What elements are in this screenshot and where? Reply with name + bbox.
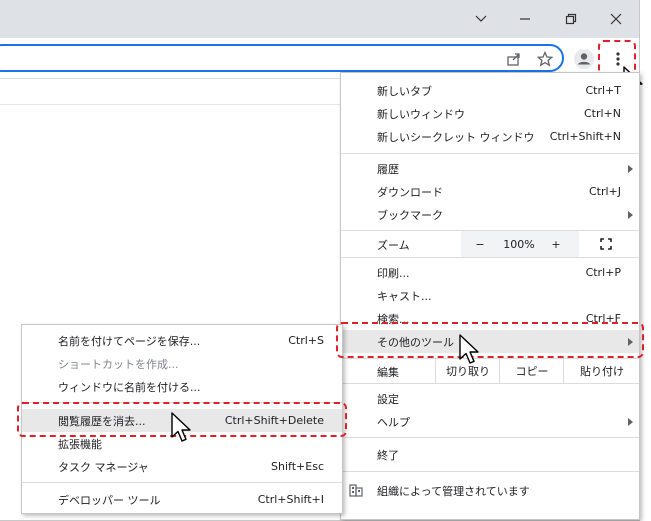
- menu-item-label: 新しいシークレット ウィンドウ: [377, 130, 535, 144]
- menu-item-new-incognito-window[interactable]: 新しいシークレット ウィンドウ Ctrl+Shift+N: [341, 125, 639, 148]
- menu-item-label: 印刷...: [377, 266, 410, 280]
- menu-item-history[interactable]: 履歴: [341, 157, 639, 180]
- close-button[interactable]: [601, 8, 631, 30]
- submenu-arrow-icon: [628, 417, 633, 426]
- zoom-row: ズーム − 100% +: [341, 231, 639, 257]
- menu-item-label: タスク マネージャ: [58, 460, 149, 474]
- copy-button[interactable]: コピー: [499, 359, 564, 383]
- submenu-item-name-window[interactable]: ウィンドウに名前を付ける...: [22, 375, 342, 398]
- menu-item-print[interactable]: 印刷... Ctrl+P: [341, 261, 639, 284]
- minimize-button[interactable]: [510, 8, 540, 30]
- menu-item-label: ウィンドウに名前を付ける...: [58, 380, 201, 394]
- mouse-cursor-icon: [459, 334, 479, 364]
- address-bar[interactable]: [0, 44, 564, 72]
- minimize-icon: [520, 18, 530, 20]
- menu-item-help[interactable]: ヘルプ: [341, 410, 639, 433]
- fullscreen-button[interactable]: [591, 231, 621, 257]
- zoom-out-button[interactable]: −: [467, 231, 493, 257]
- menu-separator: [341, 471, 639, 472]
- bookmark-star-icon: [537, 51, 553, 67]
- menu-item-label: ヘルプ: [377, 415, 410, 429]
- menu-item-shortcut: Ctrl+Shift+N: [549, 130, 621, 143]
- profile-avatar-icon: [574, 49, 594, 69]
- menu-item-shortcut: Shift+Esc: [271, 460, 324, 473]
- menu-item-label: 新しいウィンドウ: [377, 107, 465, 121]
- restore-button[interactable]: [556, 8, 586, 30]
- menu-item-cast[interactable]: キャスト...: [341, 284, 639, 307]
- menu-item-managed-by-org[interactable]: 組織によって管理されています: [341, 479, 639, 502]
- zoom-in-button[interactable]: +: [543, 231, 569, 257]
- menu-item-exit[interactable]: 終了: [341, 443, 639, 466]
- menu-item-label: キャスト...: [377, 289, 432, 303]
- menu-item-label: ダウンロード: [377, 185, 443, 199]
- submenu-item-save-page[interactable]: 名前を付けてページを保存... Ctrl+S: [22, 329, 342, 352]
- menu-item-label: 拡張機能: [58, 437, 102, 451]
- submenu-item-create-shortcut[interactable]: ショートカットを作成...: [22, 352, 342, 375]
- edit-row: 編集 切り取り コピー 貼り付け: [341, 358, 639, 384]
- chevron-down-icon: [475, 15, 487, 22]
- submenu-arrow-icon: [628, 164, 633, 173]
- menu-separator: [341, 437, 639, 438]
- title-bar: [0, 0, 639, 38]
- menu-item-new-window[interactable]: 新しいウィンドウ Ctrl+N: [341, 102, 639, 125]
- share-icon: [507, 53, 520, 66]
- menu-item-label: 履歴: [377, 162, 399, 176]
- menu-item-label: 名前を付けてページを保存...: [58, 334, 201, 348]
- menu-item-label: ショートカットを作成...: [58, 357, 179, 371]
- more-tools-highlight: [336, 322, 644, 358]
- share-button[interactable]: [502, 47, 526, 71]
- menu-item-downloads[interactable]: ダウンロード Ctrl+J: [341, 180, 639, 203]
- fullscreen-icon: [600, 238, 612, 250]
- tab-search-button[interactable]: [466, 8, 496, 30]
- menu-item-label: 設定: [377, 392, 399, 406]
- menu-item-label: 新しいタブ: [377, 84, 432, 98]
- page-divider: [0, 104, 340, 105]
- building-icon: [349, 484, 363, 497]
- menu-item-bookmarks[interactable]: ブックマーク: [341, 203, 639, 226]
- menu-item-shortcut: Ctrl+T: [585, 84, 621, 97]
- menu-item-label: デベロッパー ツール: [58, 493, 161, 507]
- submenu-arrow-icon: [628, 210, 633, 219]
- submenu-item-task-manager[interactable]: タスク マネージャ Shift+Esc: [22, 455, 342, 478]
- menu-item-shortcut: Ctrl+Shift+I: [257, 493, 324, 506]
- zoom-level: 100%: [503, 237, 535, 251]
- bookmark-button[interactable]: [533, 47, 557, 71]
- menu-item-label: 終了: [377, 448, 399, 462]
- menu-item-new-tab[interactable]: 新しいタブ Ctrl+T: [341, 79, 639, 102]
- close-icon: [610, 13, 622, 25]
- mouse-cursor-icon: [171, 412, 191, 442]
- menu-item-settings[interactable]: 設定: [341, 387, 639, 410]
- zoom-label: ズーム: [377, 239, 410, 252]
- menu-item-shortcut: Ctrl+J: [588, 185, 621, 198]
- edit-label: 編集: [377, 366, 399, 379]
- menu-item-label: ブックマーク: [377, 208, 443, 222]
- restore-icon: [565, 13, 577, 25]
- menu-item-shortcut: Ctrl+S: [288, 334, 324, 347]
- profile-button[interactable]: [572, 47, 596, 71]
- paste-button[interactable]: 貼り付け: [563, 359, 640, 383]
- menu-item-label: 組織によって管理されています: [377, 484, 530, 498]
- menu-item-shortcut: Ctrl+P: [585, 266, 621, 279]
- menu-item-shortcut: Ctrl+N: [583, 107, 621, 120]
- menu-separator: [22, 482, 342, 483]
- menu-separator: [341, 153, 639, 154]
- submenu-item-developer-tools[interactable]: デベロッパー ツール Ctrl+Shift+I: [22, 488, 342, 511]
- chrome-main-menu: 新しいタブ Ctrl+T 新しいウィンドウ Ctrl+N 新しいシークレット ウィン…: [340, 72, 640, 520]
- menu-separator: [341, 257, 639, 258]
